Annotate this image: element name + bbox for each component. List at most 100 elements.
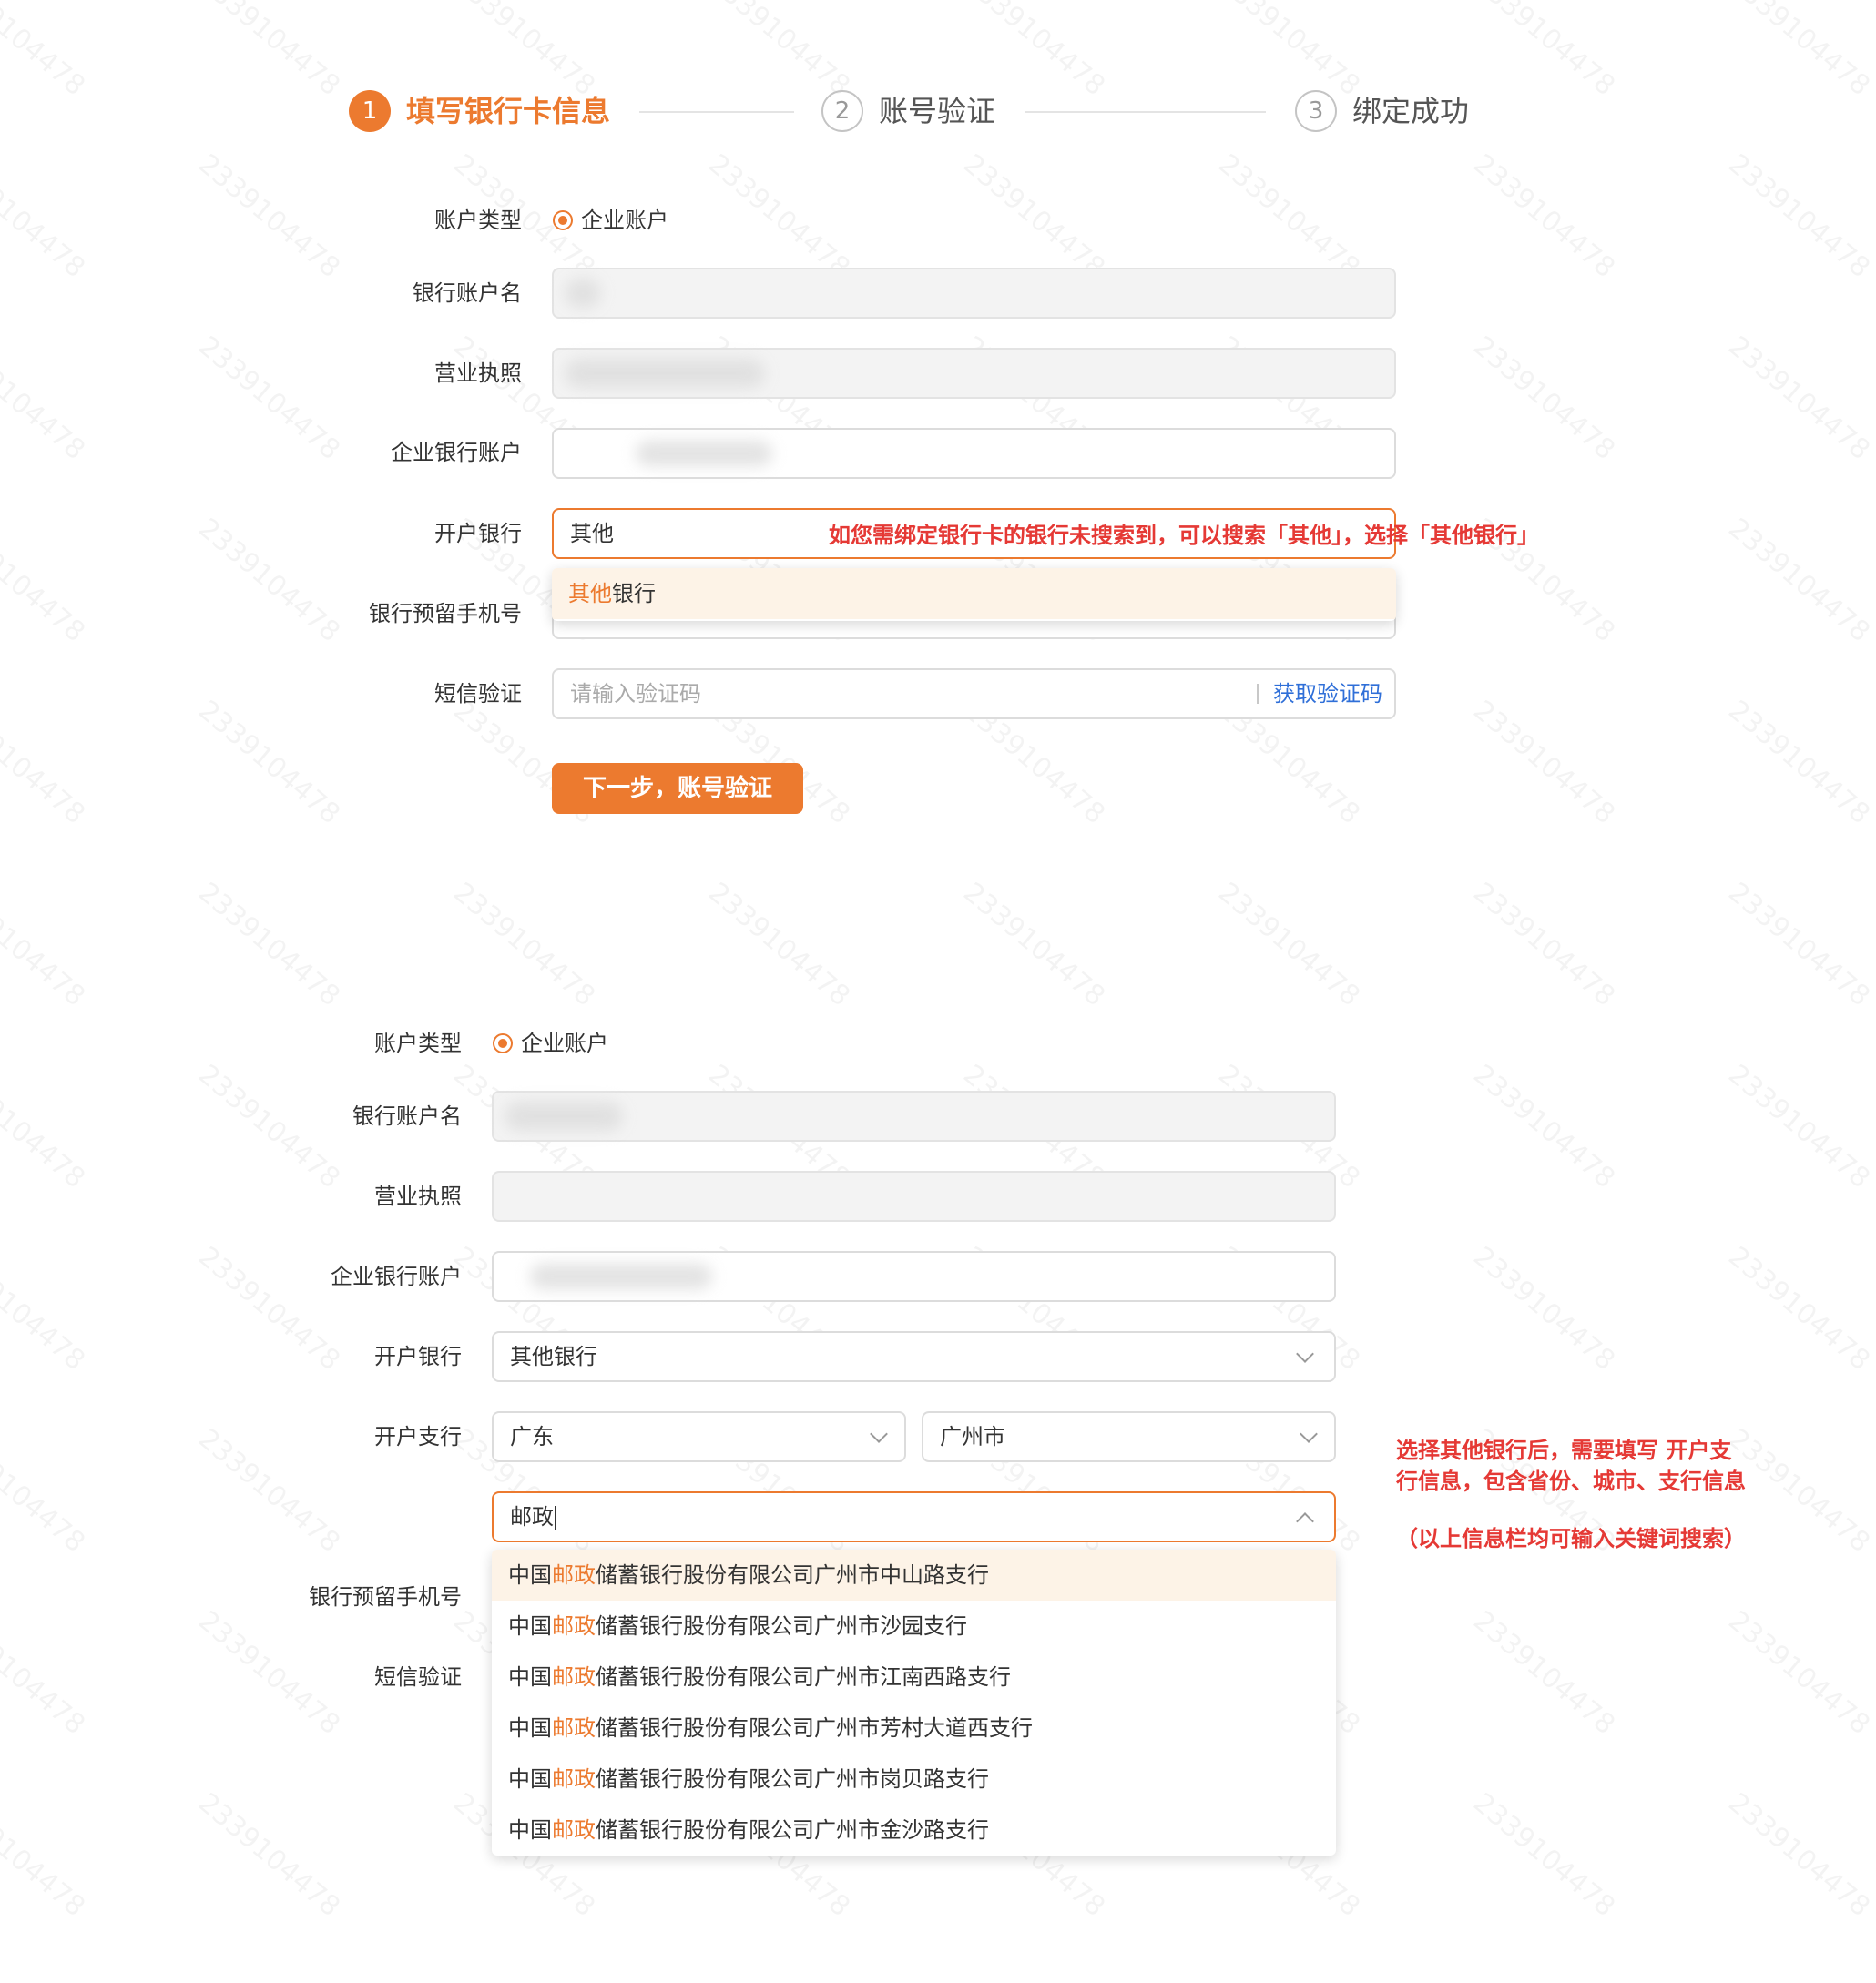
- branch-search-input[interactable]: 邮政: [492, 1491, 1336, 1542]
- redacted-text: [636, 441, 772, 466]
- watermark-text: 2339104478: [192, 1787, 346, 1924]
- redacted-text: [565, 359, 765, 388]
- watermark-text: 2339104478: [0, 695, 91, 831]
- watermark-text: 2339104478: [192, 877, 346, 1013]
- chevron-down-icon: [1296, 1345, 1314, 1363]
- watermark-text: 2339104478: [1467, 0, 1621, 102]
- watermark-text: 2339104478: [447, 0, 601, 102]
- step-connector: [1025, 111, 1266, 113]
- watermark-text: 2339104478: [1212, 877, 1366, 1013]
- bank-label: 开户银行: [434, 521, 522, 546]
- watermark-text: 2339104478: [1722, 330, 1876, 467]
- annotation-other-bank: 如您需绑定银行卡的银行未搜索到，可以搜索「其他」，选择「其他银行」: [829, 523, 1539, 548]
- account-type-radio[interactable]: [553, 210, 573, 230]
- watermark-text: 2339104478: [192, 1423, 346, 1560]
- branch-option[interactable]: 中国邮政储蓄银行股份有限公司广州市江南西路支行: [492, 1652, 1336, 1703]
- step-1-label: 填写银行卡信息: [406, 94, 611, 128]
- option-text: 中国: [508, 1613, 552, 1639]
- sms-label: 短信验证: [374, 1664, 462, 1690]
- business-license-label: 营业执照: [434, 361, 522, 386]
- option-text: 中国: [508, 1562, 552, 1588]
- account-type-radio[interactable]: [493, 1033, 513, 1053]
- option-text: 储蓄银行股份有限公司广州市岗贝路支行: [596, 1766, 989, 1792]
- branch-option[interactable]: 中国邮政储蓄银行股份有限公司广州市金沙路支行: [492, 1805, 1336, 1856]
- watermark-text: 2339104478: [957, 148, 1111, 285]
- account-type-label: 账户类型: [434, 208, 522, 233]
- account-type-value[interactable]: 企业账户: [581, 205, 668, 236]
- bank-dropdown: 其他银行: [552, 568, 1396, 621]
- watermark-text: 2339104478: [192, 148, 346, 285]
- branch-option[interactable]: 中国邮政储蓄银行股份有限公司广州市沙园支行: [492, 1601, 1336, 1652]
- watermark-text: 2339104478: [0, 1423, 91, 1560]
- option-text: 邮政: [552, 1817, 596, 1843]
- watermark-text: 2339104478: [1722, 148, 1876, 285]
- redacted-text: [530, 1264, 712, 1289]
- chevron-down-icon: [870, 1425, 888, 1443]
- watermark-text: 2339104478: [192, 513, 346, 649]
- province-value: 广东: [510, 1424, 554, 1449]
- watermark-text: 2339104478: [1467, 330, 1621, 467]
- step-2-badge: 2: [821, 90, 863, 132]
- watermark-text: 2339104478: [1467, 877, 1621, 1013]
- bank-select-value: 其他银行: [510, 1344, 597, 1369]
- account-type-value[interactable]: 企业账户: [521, 1028, 608, 1059]
- option-highlight: 其他: [568, 581, 612, 606]
- watermark-text: 2339104478: [0, 513, 91, 649]
- watermark-text: 2339104478: [192, 1241, 346, 1378]
- next-step-button[interactable]: 下一步，账号验证: [552, 763, 803, 814]
- watermark-text: 2339104478: [192, 695, 346, 831]
- bank-account-name-label: 银行账户名: [413, 280, 522, 306]
- option-text: 储蓄银行股份有限公司广州市芳村大道西支行: [596, 1715, 1033, 1741]
- option-text: 邮政: [552, 1613, 596, 1639]
- option-text: 中国: [508, 1715, 552, 1741]
- sms-code-field[interactable]: 请输入验证码 获取验证码: [552, 668, 1396, 719]
- option-text: 储蓄银行股份有限公司广州市中山路支行: [596, 1562, 989, 1588]
- watermark-text: 2339104478: [957, 0, 1111, 102]
- corp-bank-account-field[interactable]: [492, 1251, 1336, 1302]
- watermark-text: 2339104478: [0, 1787, 91, 1924]
- bank-account-name-field: [552, 268, 1396, 319]
- option-text: 邮政: [552, 1562, 596, 1588]
- watermark-text: 2339104478: [0, 1059, 91, 1195]
- province-select[interactable]: 广东: [492, 1411, 906, 1462]
- bank-label: 开户银行: [374, 1344, 462, 1369]
- watermark-text: 2339104478: [0, 1605, 91, 1742]
- watermark-text: 2339104478: [192, 1605, 346, 1742]
- watermark-text: 2339104478: [1722, 0, 1876, 102]
- watermark-text: 2339104478: [1467, 1059, 1621, 1195]
- watermark-text: 2339104478: [1722, 695, 1876, 831]
- branch-search-value: 邮政: [510, 1493, 556, 1541]
- corp-bank-account-field[interactable]: [552, 428, 1396, 479]
- get-code-button[interactable]: 获取验证码: [1273, 670, 1382, 717]
- city-value: 广州市: [940, 1424, 1005, 1449]
- watermark-text: 2339104478: [1722, 1605, 1876, 1742]
- watermark-text: 2339104478: [1467, 1241, 1621, 1378]
- chevron-up-icon: [1296, 1512, 1314, 1530]
- divider: [1257, 684, 1259, 704]
- watermark-text: 2339104478: [1212, 0, 1366, 102]
- corp-bank-account-label: 企业银行账户: [331, 1264, 462, 1289]
- business-license-label: 营业执照: [374, 1184, 462, 1209]
- branch-option[interactable]: 中国邮政储蓄银行股份有限公司广州市中山路支行: [492, 1550, 1336, 1601]
- bank-select[interactable]: 其他银行: [492, 1331, 1336, 1382]
- branch-option[interactable]: 中国邮政储蓄银行股份有限公司广州市岗贝路支行: [492, 1754, 1336, 1805]
- branch-option[interactable]: 中国邮政储蓄银行股份有限公司广州市芳村大道西支行: [492, 1703, 1336, 1754]
- watermark-text: 2339104478: [192, 1059, 346, 1195]
- watermark-text: 2339104478: [1467, 1787, 1621, 1924]
- city-select[interactable]: 广州市: [922, 1411, 1336, 1462]
- watermark-text: 2339104478: [447, 877, 601, 1013]
- step-3-label: 绑定成功: [1352, 94, 1470, 128]
- watermark-text: 2339104478: [702, 0, 856, 102]
- annotation-branch-line1: 选择其他银行后，需要填写 开户支: [1396, 1438, 1732, 1463]
- bank-account-name-field: [492, 1091, 1336, 1142]
- option-text: 邮政: [552, 1766, 596, 1792]
- watermark-text: 2339104478: [1467, 1605, 1621, 1742]
- option-text: 中国: [508, 1664, 552, 1690]
- bank-search-value: 其他: [570, 521, 614, 546]
- watermark-text: 2339104478: [702, 877, 856, 1013]
- phone-label: 银行预留手机号: [309, 1584, 462, 1610]
- step-3-badge: 3: [1295, 90, 1337, 132]
- branch-dropdown: 中国邮政储蓄银行股份有限公司广州市中山路支行 中国邮政储蓄银行股份有限公司广州市沙…: [492, 1550, 1336, 1856]
- option-text: 邮政: [552, 1664, 596, 1690]
- bank-option-other[interactable]: 其他银行: [552, 568, 1396, 619]
